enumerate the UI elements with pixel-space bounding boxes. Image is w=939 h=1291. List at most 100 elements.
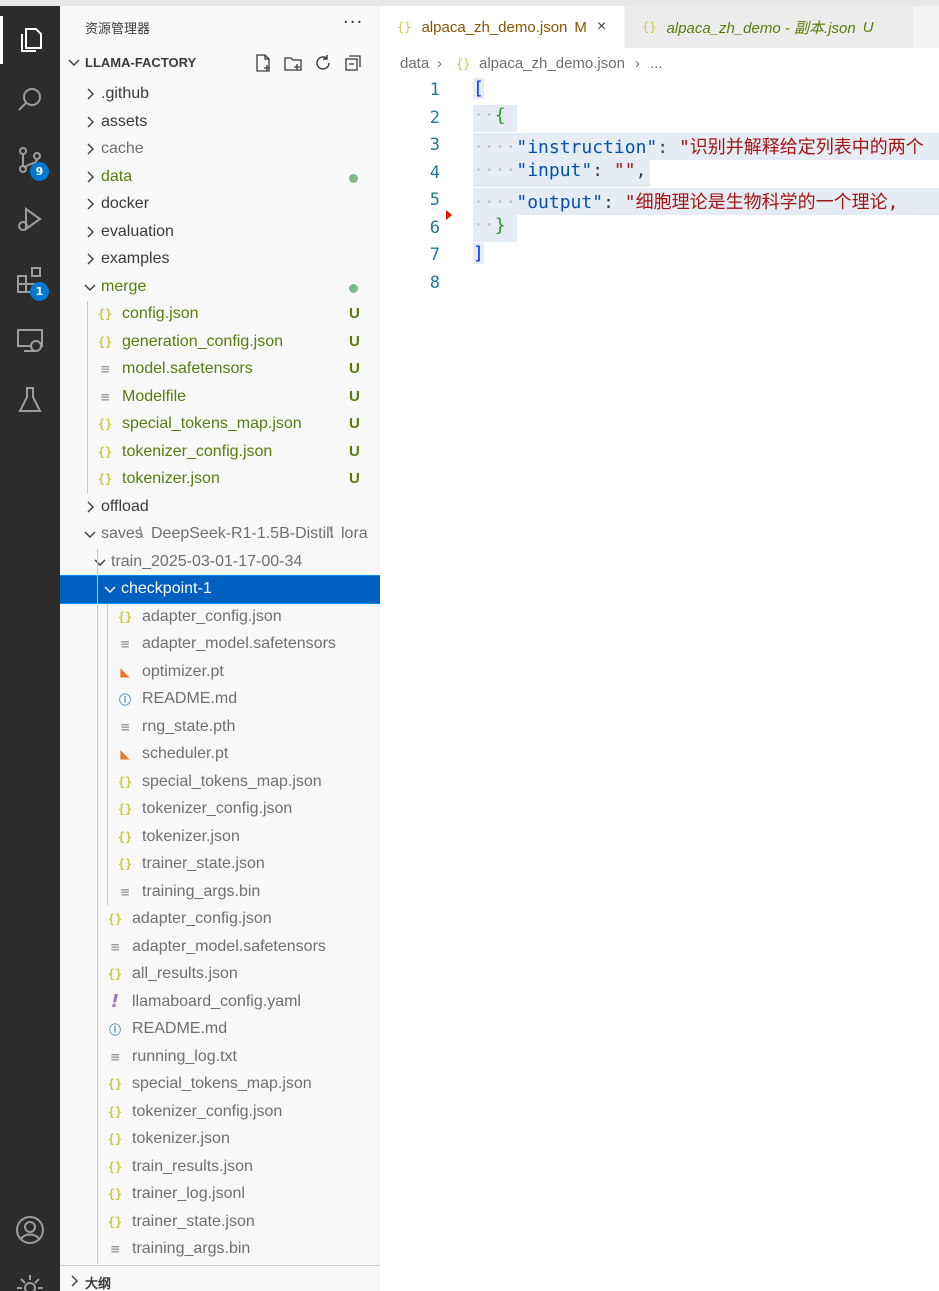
breadcrumb-more[interactable]: ... xyxy=(650,55,663,72)
json-value-input: "" xyxy=(613,160,636,181)
tree-file[interactable]: ≡ rng_state.pth xyxy=(60,714,380,741)
tree-file[interactable]: ≡ running_log.txt xyxy=(60,1044,380,1071)
tree-folder[interactable]: saves \ DeepSeek-R1-1.5B-Distill \ lora xyxy=(60,521,380,548)
more-actions-button[interactable]: ··· xyxy=(343,12,363,33)
tree-item-label: evaluation xyxy=(101,222,174,240)
tree-folder[interactable]: cache xyxy=(60,136,380,163)
tree-file[interactable]: {} trainer_state.json xyxy=(60,1209,380,1236)
line-number: 4 xyxy=(429,162,440,183)
tree-file[interactable]: ≡ adapter_model.safetensors xyxy=(60,631,380,658)
tree-item-label: tokenizer.json xyxy=(132,1130,230,1147)
tree-file[interactable]: ≡ adapter_model.safetensors xyxy=(60,934,380,961)
tree-folder[interactable]: checkpoint-1 xyxy=(60,575,380,604)
tree-folder[interactable]: examples xyxy=(60,246,380,273)
testing-icon[interactable] xyxy=(0,370,60,430)
new-file-icon[interactable] xyxy=(252,52,274,74)
indent-guide xyxy=(97,548,98,1264)
tree-file[interactable]: {} config.json U xyxy=(60,301,380,328)
close-tab-button[interactable]: × xyxy=(597,18,606,36)
indent-guide xyxy=(107,603,108,906)
tree-folder[interactable]: data xyxy=(60,164,380,191)
search-icon[interactable] xyxy=(0,70,60,130)
run-debug-icon[interactable] xyxy=(0,190,60,250)
error-marker-icon xyxy=(446,210,452,220)
tree-file[interactable]: ⓘ README.md xyxy=(60,686,380,713)
outline-section-header[interactable]: 大纲 xyxy=(60,1265,380,1291)
tree-file[interactable]: ≡ Modelfile U xyxy=(60,384,380,411)
new-folder-icon[interactable] xyxy=(282,52,304,74)
tree-file[interactable]: ◣ optimizer.pt xyxy=(60,659,380,686)
tree-file[interactable]: {} tokenizer_config.json U xyxy=(60,439,380,466)
tree-item-label: optimizer.pt xyxy=(142,662,224,680)
refresh-icon[interactable] xyxy=(312,52,334,74)
tree-folder[interactable]: offload xyxy=(60,494,380,521)
project-header[interactable]: LLAMA-FACTORY xyxy=(60,49,380,76)
json-file-icon: {} xyxy=(117,857,133,871)
code-line-4: ····"input": "", xyxy=(473,160,650,187)
file-icon: ≡ xyxy=(109,1049,121,1064)
tree-file[interactable]: {} train_results.json xyxy=(60,1154,380,1181)
line-number: 2 xyxy=(429,107,440,128)
source-control-icon[interactable]: 9 xyxy=(0,130,60,190)
compact-folder-segment[interactable]: DeepSeek-R1-1.5B-Distill xyxy=(151,525,333,543)
tree-folder[interactable]: assets xyxy=(60,109,380,136)
tree-item-label: model.safetensors xyxy=(122,360,253,377)
git-status-untracked: U xyxy=(349,332,360,350)
json-file-icon: {} xyxy=(397,20,412,34)
tree-folder[interactable]: train_2025-03-01-17-00-34 xyxy=(60,549,380,576)
tree-file[interactable]: {} trainer_log.jsonl xyxy=(60,1181,380,1208)
tree-item-label: trainer_state.json xyxy=(132,1212,255,1230)
account-icon[interactable] xyxy=(0,1200,60,1260)
tree-file[interactable]: {} generation_config.json U xyxy=(60,329,380,356)
tree-file[interactable]: {} adapter_config.json xyxy=(60,604,380,631)
tree-folder[interactable]: merge xyxy=(60,274,380,301)
tree-file[interactable]: {} tokenizer.json xyxy=(60,1126,380,1153)
collapse-all-icon[interactable] xyxy=(342,52,364,74)
tree-folder[interactable]: evaluation xyxy=(60,219,380,246)
breadcrumb-file[interactable]: alpaca_zh_demo.json xyxy=(479,55,625,72)
git-status-untracked: U xyxy=(349,470,360,487)
info-icon: ⓘ xyxy=(108,1022,121,1037)
tree-file[interactable]: ≡ training_args.bin xyxy=(60,1236,380,1263)
tree-file[interactable]: {} tokenizer_config.json xyxy=(60,796,380,823)
json-key-output: "output" xyxy=(516,192,604,213)
tree-file[interactable]: {} tokenizer.json U xyxy=(60,466,380,493)
file-icon: ≡ xyxy=(109,1242,121,1256)
git-status-untracked: U xyxy=(349,305,360,322)
tree-file[interactable]: {} all_results.json xyxy=(60,961,380,988)
chevron-down-icon xyxy=(68,59,80,66)
settings-gear-icon[interactable] xyxy=(0,1258,60,1291)
remote-explorer-icon[interactable] xyxy=(0,310,60,370)
tree-file[interactable]: {} trainer_state.json xyxy=(60,851,380,878)
extensions-icon[interactable]: 1 xyxy=(0,250,60,310)
json-file-icon: {} xyxy=(107,1132,123,1146)
tree-file[interactable]: ≡ training_args.bin xyxy=(60,879,380,906)
breadcrumb-folder[interactable]: data xyxy=(400,55,429,72)
tree-folder[interactable]: .github xyxy=(60,81,380,108)
tree-file[interactable]: {} special_tokens_map.json xyxy=(60,769,380,796)
tab-alpaca-zh-demo[interactable]: {} alpaca_zh_demo.json M × xyxy=(380,6,624,48)
tree-file[interactable]: ◣ scheduler.pt xyxy=(60,741,380,768)
tab-alpaca-zh-demo-copy[interactable]: {} alpaca_zh_demo - 副本.json U xyxy=(625,6,913,48)
tree-item-label: merge xyxy=(101,277,147,295)
tree-file[interactable]: {} tokenizer_config.json xyxy=(60,1099,380,1126)
tree-file[interactable]: ⓘ README.md xyxy=(60,1016,380,1043)
tree-item-label: rng_state.pth xyxy=(142,717,236,735)
tree-folder[interactable]: docker xyxy=(60,191,380,218)
compact-folder-segment[interactable]: lora xyxy=(341,525,368,543)
code-editor[interactable]: 1 2 3 4 5 6 7 8 [ ··{ ····"instruction": "识别并解释… xyxy=(380,78,939,1291)
tree-item-label: cache xyxy=(101,140,144,157)
chevron-right-icon xyxy=(87,226,94,237)
json-file-icon: {} xyxy=(456,57,471,71)
file-icon: ≡ xyxy=(119,637,131,651)
tree-file[interactable]: ≡ model.safetensors U xyxy=(60,356,380,383)
tree-file[interactable]: {} tokenizer.json xyxy=(60,824,380,851)
tree-file[interactable]: ! llamaboard_config.yaml xyxy=(60,989,380,1016)
explorer-icon[interactable] xyxy=(0,10,60,70)
tree-file[interactable]: {} adapter_config.json xyxy=(60,906,380,933)
activity-bar: 9 1 xyxy=(0,0,60,1291)
tree-file[interactable]: {} special_tokens_map.json U xyxy=(60,411,380,438)
tree-item-label: .github xyxy=(101,85,150,102)
tree-file[interactable]: {} special_tokens_map.json xyxy=(60,1071,380,1098)
code-line-7: ] xyxy=(473,243,484,270)
